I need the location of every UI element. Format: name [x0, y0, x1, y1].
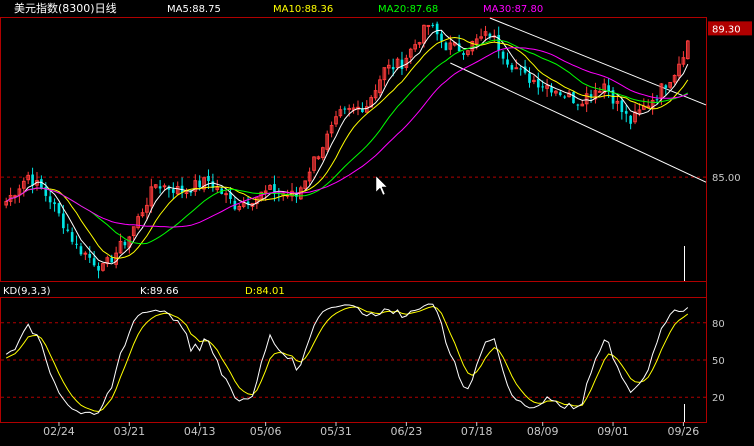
ma30-value: MA30:87.80 — [483, 4, 543, 15]
date-label: 09/01 — [597, 425, 629, 438]
date-label: 08/09 — [527, 425, 559, 438]
candle-body — [558, 92, 562, 96]
candle-body — [75, 243, 78, 245]
chart-title: 美元指数(8300)日线 — [14, 1, 117, 15]
candle-body — [620, 100, 624, 113]
stock-chart: 02/24 03/21 04/13 05/06 05/31 06/23 07/18 08/09… — [0, 1, 752, 438]
candle-body — [57, 203, 61, 214]
candle-body — [528, 73, 531, 83]
d-line — [5, 305, 689, 413]
candle-body — [207, 175, 210, 181]
date-label: 05/06 — [250, 425, 282, 438]
candle-body — [92, 258, 96, 266]
candle-body — [48, 196, 52, 203]
candle-body — [347, 107, 352, 110]
candle-body — [536, 79, 540, 88]
candle-body — [510, 65, 514, 70]
candle-body — [70, 232, 74, 242]
candle-body — [629, 115, 632, 124]
candle-body — [426, 24, 431, 27]
candle-body — [519, 68, 523, 70]
candle-body — [431, 24, 435, 26]
kd-panel-frame — [0, 297, 707, 423]
date-label: 03/21 — [113, 425, 145, 438]
date-label: 07/18 — [461, 425, 493, 438]
candle-body — [462, 53, 465, 55]
date-label: 06/23 — [391, 425, 423, 438]
candle-body — [40, 179, 43, 189]
date-label: 09/26 — [668, 425, 700, 438]
k-line — [5, 303, 689, 416]
candle-body — [110, 257, 114, 263]
kd-lines-layer — [5, 303, 689, 416]
candle-body — [62, 213, 65, 229]
kd-grid — [1, 322, 706, 398]
candle-body — [13, 195, 17, 198]
candle-body — [53, 202, 56, 205]
candle-body — [123, 241, 127, 246]
date-label: 04/13 — [184, 425, 216, 438]
date-axis: 02/24 03/21 04/13 05/06 05/31 06/23 07/18 08/09… — [43, 422, 699, 438]
ma5-value: MA5:88.75 — [167, 4, 221, 15]
ma-lines-layer — [5, 29, 689, 265]
candle-body — [162, 185, 167, 188]
candle-body — [655, 99, 659, 101]
candle-body — [506, 59, 509, 65]
chart-stage: 02/24 03/21 04/13 05/06 05/31 06/23 07/18 08/09… — [0, 0, 754, 442]
ma-line-ma5 — [5, 29, 689, 265]
candle-body — [391, 67, 395, 70]
kd-tick-label: 20 — [712, 393, 725, 404]
d-value: D:84.01 — [245, 286, 285, 297]
candle-body — [440, 33, 443, 41]
candle-body — [435, 23, 439, 35]
candle-body — [31, 174, 34, 186]
candle-body — [88, 253, 92, 258]
candle-body — [198, 180, 202, 188]
candle-body — [514, 67, 519, 70]
candle-body — [83, 252, 88, 255]
candle-body — [158, 186, 162, 189]
candle-body — [664, 85, 668, 88]
candle-body — [488, 33, 492, 37]
mouse-cursor-icon — [375, 175, 388, 196]
candle-body — [171, 189, 175, 193]
channel-upper-line — [489, 17, 707, 106]
candle-body — [550, 87, 553, 93]
candle-body — [563, 96, 566, 98]
price-panel-frame — [0, 17, 707, 282]
channel-lower-line — [450, 62, 707, 183]
ma10-value: MA10:88.36 — [273, 4, 333, 15]
candle-body — [97, 265, 100, 271]
candle-body — [576, 104, 580, 106]
candle-body — [501, 51, 505, 59]
candle-body — [572, 92, 575, 104]
candle-body — [66, 229, 70, 231]
candle-body — [541, 86, 545, 88]
candle-body — [598, 90, 602, 93]
last-price-label: 89.30 — [712, 24, 741, 35]
ref-price-label: 85.00 — [712, 173, 741, 184]
k-value: K:89.66 — [140, 286, 179, 297]
date-label: 02/24 — [43, 425, 75, 438]
kd-tick-label: 80 — [712, 319, 725, 330]
candle-body — [79, 246, 83, 255]
candle-body — [624, 111, 628, 114]
candle-body — [224, 193, 228, 196]
kd-indicator-name: KD(9,3,3) — [3, 286, 51, 297]
candle-body — [400, 59, 404, 69]
date-label: 05/31 — [320, 425, 352, 438]
candle-body — [343, 108, 347, 110]
ma20-value: MA20:87.68 — [378, 4, 438, 15]
kd-tick-label: 50 — [712, 356, 725, 367]
price-axis: 85.00 89.30 80 50 20 — [708, 21, 752, 404]
candle-body — [444, 42, 448, 51]
candles-layer — [4, 21, 690, 279]
